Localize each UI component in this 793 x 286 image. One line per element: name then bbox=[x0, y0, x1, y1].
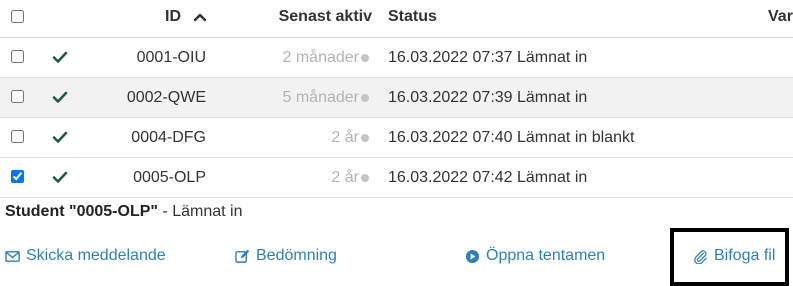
assessment-label: Bedömning bbox=[256, 247, 337, 264]
assessment-button[interactable]: Bedömning bbox=[235, 240, 337, 272]
envelope-icon bbox=[5, 251, 20, 262]
last-active: 2 månader bbox=[282, 49, 360, 66]
table-row[interactable]: 0005-OLP 2 år 16.03.2022 07:42 Lämnat in bbox=[0, 158, 793, 198]
student-id: 0002-QWE bbox=[126, 89, 206, 106]
selected-student-status: - Lämnat in bbox=[157, 203, 243, 220]
dot-icon bbox=[361, 134, 369, 142]
status-text: 16.03.2022 07:42 Lämnat in bbox=[388, 169, 588, 186]
table-row[interactable]: 0004-DFG 2 år 16.03.2022 07:40 Lämnat in… bbox=[0, 118, 793, 158]
dot-icon bbox=[361, 94, 369, 102]
check-icon bbox=[52, 51, 68, 63]
open-exam-button[interactable]: Öppna tentamen bbox=[465, 240, 605, 272]
select-all-checkbox[interactable] bbox=[11, 10, 24, 23]
last-active-column-header[interactable]: Senast aktiv bbox=[279, 0, 372, 34]
send-message-label: Skicka meddelande bbox=[26, 247, 166, 264]
selected-student-heading: Student "0005-OLP" - Lämnat in bbox=[5, 201, 242, 223]
status-text: 16.03.2022 07:37 Lämnat in bbox=[388, 49, 588, 66]
check-icon bbox=[52, 131, 68, 143]
send-message-button[interactable]: Skicka meddelande bbox=[5, 240, 166, 272]
row-checkbox[interactable] bbox=[11, 130, 24, 143]
id-column-header[interactable]: ID bbox=[165, 0, 181, 34]
extra-column-header[interactable]: Var bbox=[768, 0, 793, 34]
status-text: 16.03.2022 07:39 Lämnat in bbox=[388, 89, 588, 106]
check-icon bbox=[52, 171, 68, 183]
row-checkbox[interactable] bbox=[11, 170, 24, 183]
table-row[interactable]: 0001-OIU 2 månader 16.03.2022 07:37 Lämn… bbox=[0, 38, 793, 78]
check-icon bbox=[52, 91, 68, 103]
student-id: 0004-DFG bbox=[131, 129, 206, 146]
row-checkbox[interactable] bbox=[11, 50, 24, 63]
selected-student-name: Student "0005-OLP" bbox=[5, 203, 158, 220]
table-header: ID Senast aktiv Status Var bbox=[0, 0, 793, 38]
last-active: 2 år bbox=[331, 129, 359, 146]
row-checkbox[interactable] bbox=[11, 90, 24, 103]
edit-icon bbox=[235, 249, 250, 263]
dot-icon bbox=[361, 174, 369, 182]
dot-icon bbox=[361, 54, 369, 62]
last-active: 5 månader bbox=[282, 89, 360, 106]
student-id: 0001-OIU bbox=[136, 49, 206, 66]
table-row[interactable]: 0002-QWE 5 månader 16.03.2022 07:39 Lämn… bbox=[0, 78, 793, 118]
status-column-header[interactable]: Status bbox=[388, 0, 437, 34]
last-active: 2 år bbox=[331, 169, 359, 186]
status-text: 16.03.2022 07:40 Lämnat in blankt bbox=[388, 129, 635, 146]
open-exam-label: Öppna tentamen bbox=[486, 247, 606, 264]
play-circle-icon bbox=[465, 249, 480, 264]
attach-file-highlight-box bbox=[670, 228, 789, 286]
student-id: 0005-OLP bbox=[133, 169, 206, 186]
caret-up-icon[interactable] bbox=[193, 12, 207, 22]
